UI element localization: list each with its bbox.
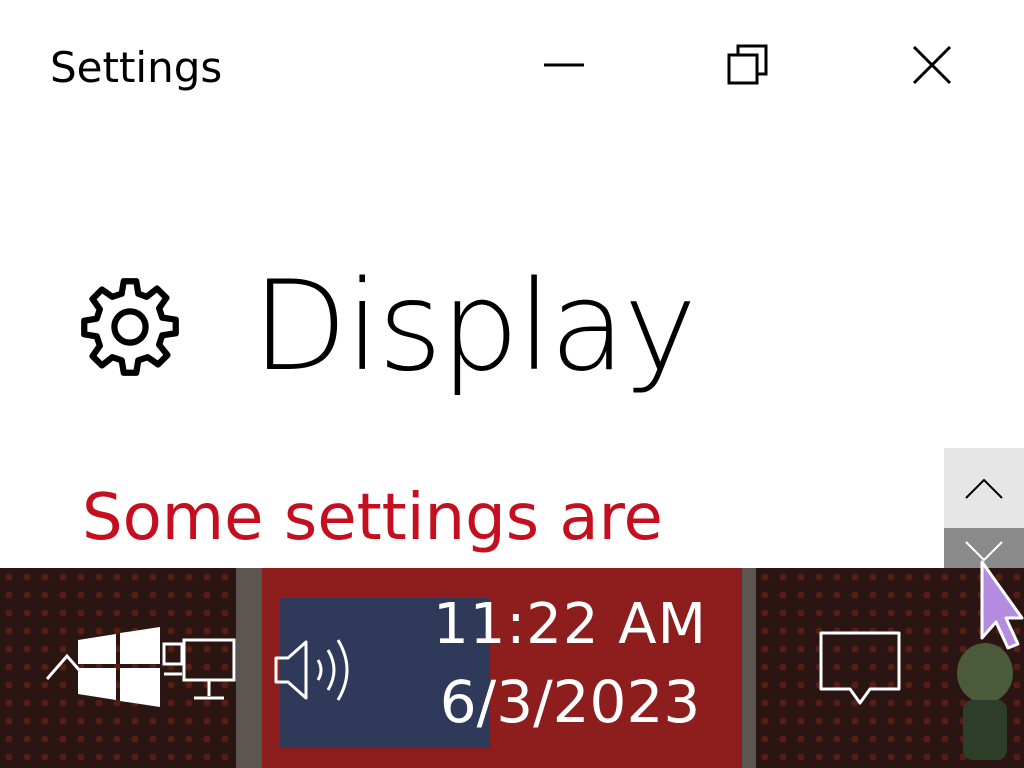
clock-time: 11:22 AM bbox=[433, 592, 707, 657]
speaker-icon bbox=[274, 639, 349, 701]
close-button[interactable] bbox=[892, 30, 972, 100]
restore-icon bbox=[727, 44, 768, 85]
minimize-button[interactable] bbox=[524, 30, 604, 100]
network-icon bbox=[162, 638, 236, 700]
scroll-up-button[interactable] bbox=[944, 448, 1024, 528]
gear-icon bbox=[81, 278, 179, 376]
settings-window: Settings Display Some settings are bbox=[0, 0, 1024, 568]
network-button[interactable] bbox=[160, 634, 238, 708]
volume-button[interactable] bbox=[270, 632, 360, 708]
windows-logo-icon bbox=[78, 627, 160, 707]
settings-warning-text: Some settings are bbox=[82, 481, 663, 555]
vertical-scrollbar[interactable] bbox=[944, 448, 1024, 568]
scroll-down-button[interactable] bbox=[944, 528, 1024, 568]
page-title: Display bbox=[252, 255, 697, 399]
chevron-up-icon bbox=[965, 478, 1003, 499]
action-center-button[interactable] bbox=[818, 630, 902, 710]
start-button[interactable] bbox=[76, 626, 162, 708]
taskbar: 11:22 AM 6/3/2023 bbox=[0, 568, 1024, 768]
close-icon bbox=[912, 45, 952, 85]
restore-button[interactable] bbox=[708, 30, 788, 100]
minimize-icon bbox=[544, 63, 584, 67]
taskbar-clock[interactable]: 11:22 AM 6/3/2023 bbox=[420, 590, 720, 760]
notification-icon bbox=[819, 631, 901, 705]
clock-date: 6/3/2023 bbox=[439, 668, 701, 736]
window-title: Settings bbox=[50, 43, 223, 92]
title-bar[interactable]: Settings bbox=[0, 0, 1024, 130]
chevron-down-icon bbox=[965, 541, 1003, 562]
page-header: Display bbox=[78, 255, 697, 399]
wallpaper-character bbox=[957, 643, 1013, 760]
